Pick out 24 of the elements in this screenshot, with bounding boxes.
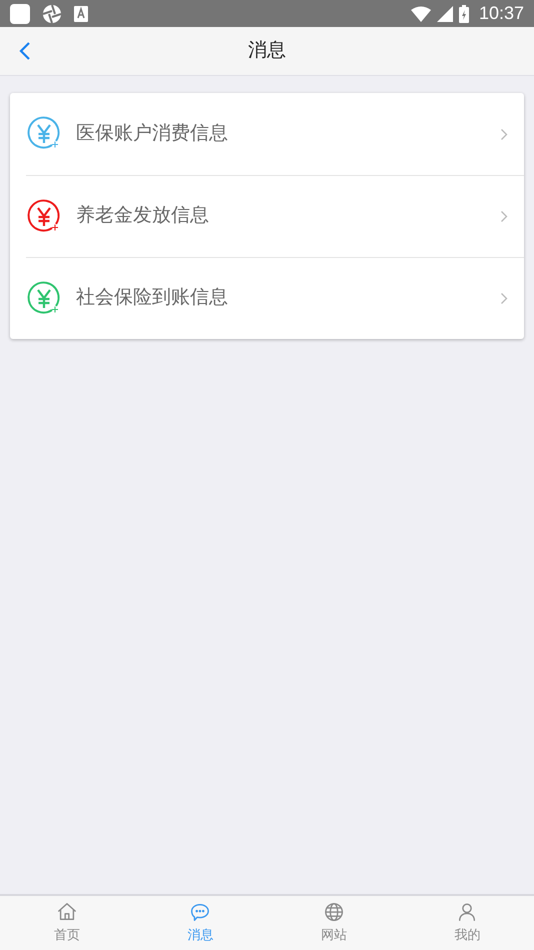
tab-button[interactable]: 首页 bbox=[0, 896, 134, 950]
globe-icon bbox=[322, 901, 345, 924]
battery-icon bbox=[458, 4, 469, 22]
message-label: 社会保险到账信息 bbox=[76, 286, 229, 310]
signal-icon bbox=[436, 6, 453, 22]
message-item[interactable]: 养老金发放信息 bbox=[26, 175, 524, 257]
message-label: 医保账户消费信息 bbox=[76, 122, 229, 146]
status-time: 10:37 bbox=[478, 2, 524, 25]
wifi-icon bbox=[410, 6, 431, 22]
keyboard-icon bbox=[74, 6, 88, 22]
message-label: 养老金发放信息 bbox=[76, 204, 210, 228]
chevron-right-icon bbox=[500, 128, 508, 140]
app-icon bbox=[10, 4, 30, 24]
aperture-icon bbox=[42, 4, 62, 24]
chat-icon bbox=[189, 901, 212, 924]
chevron-right-icon bbox=[500, 210, 508, 223]
page-title: 消息 bbox=[248, 38, 286, 63]
message-item[interactable]: 社会保险到账信息 bbox=[26, 257, 524, 339]
tab-button[interactable]: 网站 bbox=[267, 896, 400, 950]
tab-button[interactable]: 消息 bbox=[134, 896, 267, 950]
back-icon bbox=[19, 41, 31, 61]
chevron-right-icon bbox=[500, 292, 508, 305]
tab-button[interactable]: 我的 bbox=[400, 896, 534, 950]
message-item[interactable]: 医保账户消费信息 bbox=[26, 93, 524, 175]
